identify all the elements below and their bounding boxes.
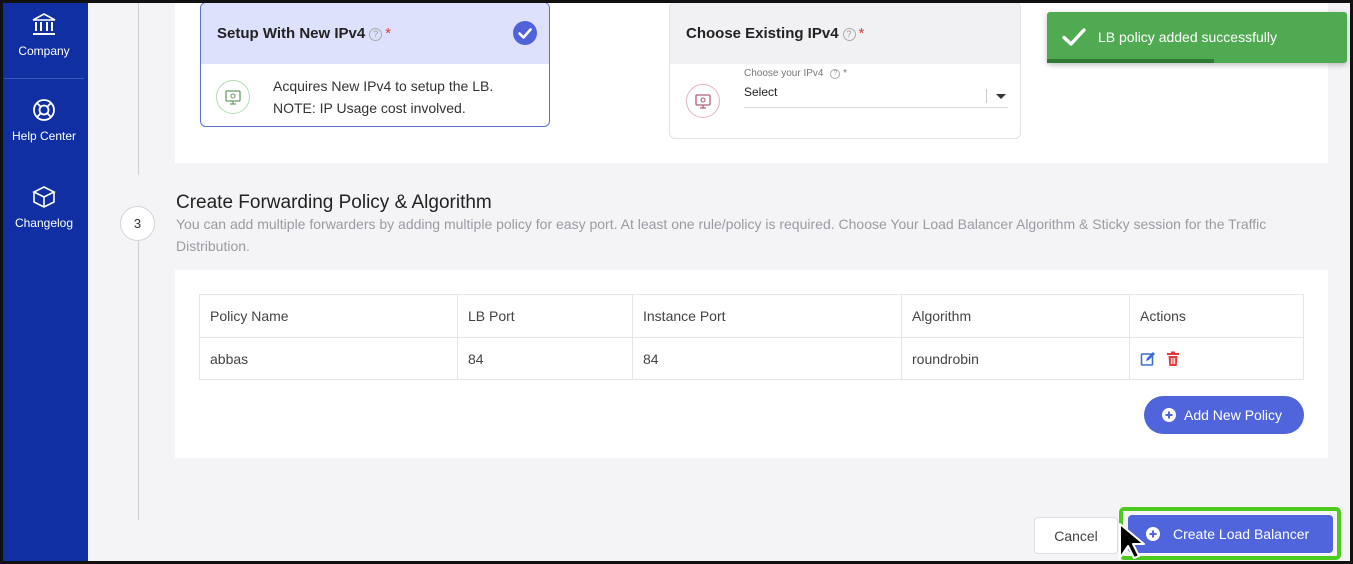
monitor-icon <box>686 84 720 118</box>
sidebar-item-label: Changelog <box>14 216 74 230</box>
column-header: Policy Name <box>199 294 458 338</box>
help-icon[interactable]: ? <box>369 28 383 41</box>
checkmark-icon <box>1061 25 1087 49</box>
card-header: Setup With New IPv4? * <box>201 3 549 64</box>
select-separator <box>986 89 987 103</box>
description-line: NOTE: IP Usage cost involved. <box>273 100 466 116</box>
sidebar-item-company[interactable]: Company <box>0 12 88 58</box>
toast-progress-bar <box>1047 59 1214 63</box>
timeline-line <box>138 240 139 520</box>
column-header: Algorithm <box>901 294 1130 338</box>
lifebuoy-icon <box>31 97 57 123</box>
card-title: Choose Existing IPv4? * <box>686 25 864 42</box>
mouse-pointer-icon <box>1116 520 1148 560</box>
sidebar-divider <box>4 78 84 79</box>
sidebar-item-label: Help Center <box>11 129 77 143</box>
card-header: Choose Existing IPv4? * <box>670 3 1020 64</box>
section-title: Create Forwarding Policy & Algorithm <box>176 192 492 213</box>
required-mark: * <box>843 68 847 79</box>
toast-message: LB policy added successfully <box>1098 29 1277 45</box>
table-row: abbas 84 84 roundrobin <box>199 337 1304 380</box>
table-header-row: Policy Name LB Port Instance Port Algori… <box>199 294 1304 338</box>
ipv4-select-label: Choose your IPv4 ? * <box>744 68 847 79</box>
add-new-policy-button[interactable]: Add New Policy <box>1144 396 1304 434</box>
algorithm-cell: roundrobin <box>901 337 1130 380</box>
bank-icon <box>31 12 57 38</box>
sidebar-item-label: Company <box>18 44 70 58</box>
cancel-button[interactable]: Cancel <box>1034 517 1118 554</box>
help-icon[interactable]: ? <box>830 69 841 79</box>
sidebar-item-changelog[interactable]: Changelog <box>0 184 88 230</box>
edit-icon[interactable] <box>1140 351 1156 367</box>
success-toast[interactable]: LB policy added successfully <box>1047 12 1347 63</box>
choose-existing-ipv4-card[interactable]: Choose Existing IPv4? * Choose your IPv4 … <box>669 2 1021 139</box>
required-mark: * <box>385 25 392 42</box>
setup-new-ipv4-card[interactable]: Setup With New IPv4? * Acquires New IPv4 … <box>200 2 550 127</box>
timeline-line <box>138 0 139 175</box>
button-label: Add New Policy <box>1184 407 1283 423</box>
policy-table: Policy Name LB Port Instance Port Algori… <box>199 294 1304 380</box>
box-icon <box>31 184 57 210</box>
card-title: Setup With New IPv4? * <box>217 25 391 42</box>
ipv4-select[interactable]: Select <box>744 85 777 99</box>
description-line: Acquires New IPv4 to setup the LB. <box>273 78 494 94</box>
trash-icon[interactable] <box>1166 351 1180 367</box>
column-header: LB Port <box>457 294 633 338</box>
sidebar: Company Help Center Changelog <box>0 0 88 564</box>
lb-port-cell: 84 <box>457 337 633 380</box>
help-icon[interactable]: ? <box>842 28 856 41</box>
select-label-text: Choose your IPv4 <box>744 68 824 79</box>
sidebar-item-help-center[interactable]: Help Center <box>0 97 88 143</box>
check-icon <box>513 21 537 45</box>
card-title-text: Setup With New IPv4 <box>217 25 366 42</box>
card-title-text: Choose Existing IPv4 <box>686 25 839 42</box>
button-label: Create Load Balancer <box>1173 526 1310 542</box>
plus-circle-icon <box>1161 407 1177 423</box>
actions-cell <box>1129 337 1304 380</box>
select-underline <box>744 107 1008 108</box>
column-header: Instance Port <box>632 294 902 338</box>
step-number: 3 <box>120 206 155 241</box>
instance-port-cell: 84 <box>632 337 902 380</box>
chevron-down-icon[interactable] <box>996 94 1006 99</box>
section-description: You can add multiple forwarders by addin… <box>176 216 1267 254</box>
required-mark: * <box>858 25 865 42</box>
create-load-balancer-button[interactable]: Create Load Balancer <box>1128 515 1333 553</box>
policy-name-cell: abbas <box>199 337 458 380</box>
monitor-icon <box>216 80 250 114</box>
card-description: Acquires New IPv4 to setup the LB. NOTE:… <box>273 75 493 119</box>
column-header: Actions <box>1129 294 1304 338</box>
